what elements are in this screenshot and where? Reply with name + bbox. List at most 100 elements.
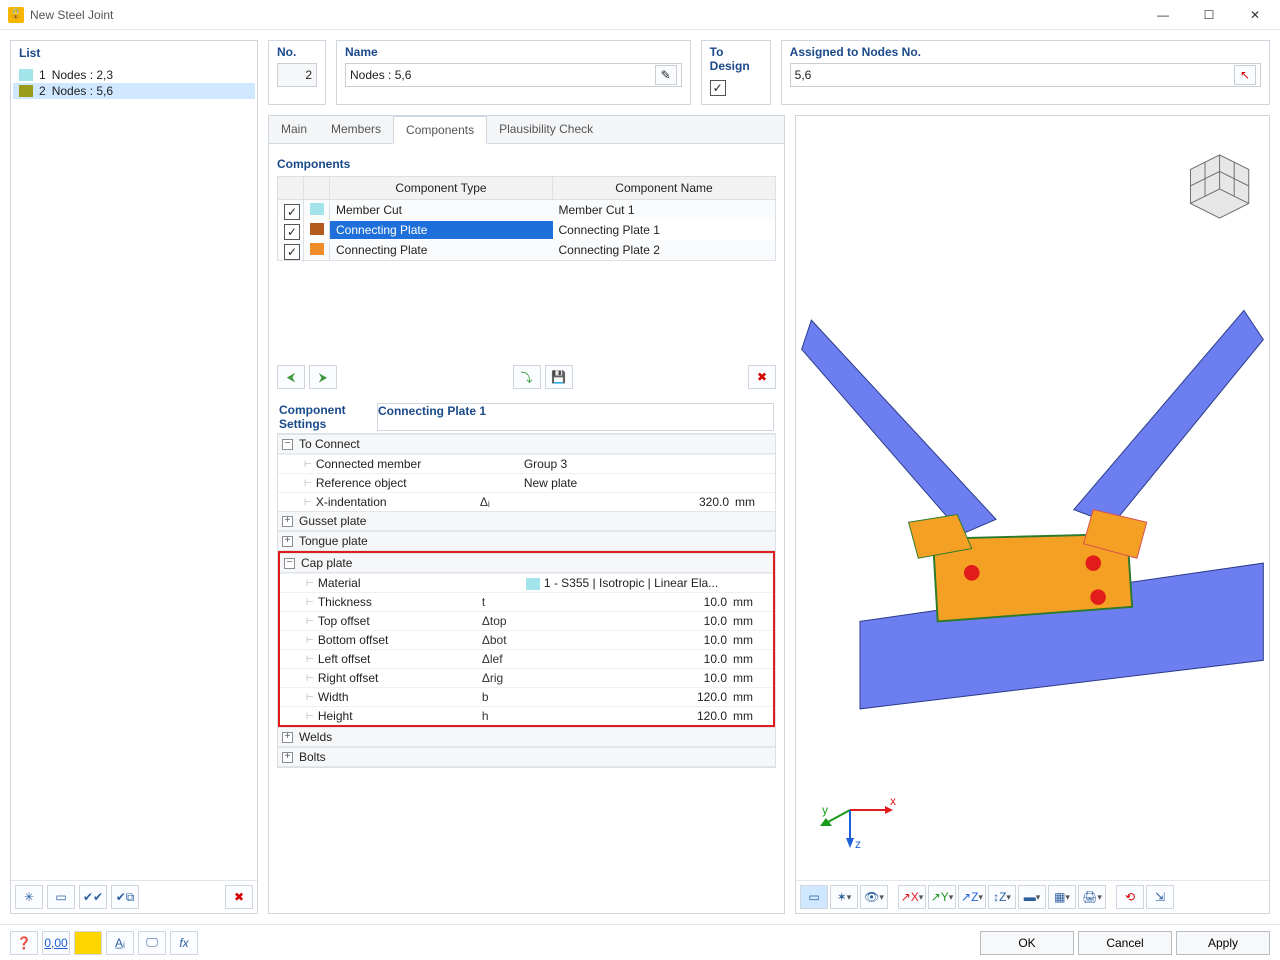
window-title: New Steel Joint (30, 8, 1140, 22)
list-toolbar: ✳ ▭ ✔✔ ✔⧉ ✖ (11, 880, 257, 913)
new-item-button[interactable]: ✳ (15, 885, 43, 909)
prop-row[interactable]: ⊢Thicknesst10.0mm (280, 592, 773, 611)
box-view-button[interactable]: ▦ (1048, 885, 1076, 909)
render-mode-button[interactable]: ▬ (1018, 885, 1046, 909)
row-checkbox[interactable] (284, 204, 300, 220)
prop-row[interactable]: ⊢Top offsetΔtop10.0mm (280, 611, 773, 630)
check-all-button[interactable]: ✔✔ (79, 885, 107, 909)
popout-button[interactable]: ⇲ (1146, 885, 1174, 909)
component-row[interactable]: Connecting Plate Connecting Plate 2 (278, 240, 775, 260)
move-right-button[interactable]: ⮞ (309, 365, 337, 389)
list-item[interactable]: 1 Nodes : 2,3 (13, 67, 255, 83)
bottom-bar: ❓ 0,00 A̲ᵢ 🖵 fx OK Cancel Apply (0, 924, 1280, 960)
screen-button[interactable]: 🖵 (138, 931, 166, 955)
swatch-icon (310, 223, 324, 235)
ok-button[interactable]: OK (980, 931, 1074, 955)
swatch-icon (310, 203, 324, 215)
tab-components[interactable]: Components (393, 116, 487, 144)
layout-button[interactable]: ▭ (47, 885, 75, 909)
view-x-button[interactable]: ↗X (898, 885, 926, 909)
save-button[interactable]: 💾 (545, 365, 573, 389)
component-row[interactable]: Connecting Plate Connecting Plate 1 (278, 220, 775, 240)
prop-row[interactable]: ⊢Material1 - S355 | Isotropic | Linear E… (280, 573, 773, 592)
tab-members[interactable]: Members (319, 116, 393, 143)
col-type: Component Type (330, 177, 553, 199)
section-tongue[interactable]: +Tongue plate (278, 531, 775, 551)
print-button[interactable]: 🖨 (1078, 885, 1106, 909)
swatch-icon (310, 243, 324, 255)
section-cap[interactable]: −Cap plate (280, 553, 773, 573)
prop-row[interactable]: ⊢Left offsetΔlef10.0mm (280, 649, 773, 668)
edit-name-button[interactable]: ✎ (655, 65, 677, 85)
app-icon: 🔒 (8, 7, 24, 23)
section-welds[interactable]: +Welds (278, 727, 775, 747)
preview-toolbar: ▭ ✶ 👁 ↗X ↗Y ↗Z ↕Z ▬ ▦ 🖨 ⟲ ⇲ (796, 880, 1269, 913)
no-field-group: No. 2 (268, 40, 326, 105)
view-z-button[interactable]: ↗Z (958, 885, 986, 909)
select-tool-button[interactable]: ▭ (800, 885, 828, 909)
assigned-input[interactable]: 5,6 ↖ (790, 63, 1261, 87)
section-gusset[interactable]: +Gusset plate (278, 511, 775, 531)
list-item[interactable]: 2 Nodes : 5,6 (13, 83, 255, 99)
tab-plausibility[interactable]: Plausibility Check (487, 116, 605, 143)
view-y-button[interactable]: ↗Y (928, 885, 956, 909)
delete-component-button[interactable]: ✖ (748, 365, 776, 389)
cancel-button[interactable]: Cancel (1078, 931, 1172, 955)
list-header: List (11, 41, 257, 65)
design-label: To Design (710, 45, 762, 73)
design-checkbox[interactable] (710, 80, 726, 96)
color-button[interactable] (74, 931, 102, 955)
units-button[interactable]: 0,00 (42, 931, 70, 955)
flip-z-button[interactable]: ↕Z (988, 885, 1016, 909)
row-checkbox[interactable] (284, 224, 300, 240)
svg-text:y: y (822, 803, 828, 817)
name-field-group: Name Nodes : 5,6 ✎ (336, 40, 691, 105)
svg-text:z: z (855, 837, 861, 850)
components-header: Components (277, 152, 776, 176)
axis-tool-button[interactable]: ✶ (830, 885, 858, 909)
move-left-button[interactable]: ⮜ (277, 365, 305, 389)
section-bolts[interactable]: +Bolts (278, 747, 775, 767)
settings-header: Component Settings (279, 403, 377, 431)
list-tree: 1 Nodes : 2,3 2 Nodes : 5,6 (11, 65, 257, 880)
name-input[interactable]: Nodes : 5,6 ✎ (345, 63, 682, 87)
list-panel: List 1 Nodes : 2,3 2 Nodes : 5,6 ✳ ▭ ✔✔ … (10, 40, 258, 914)
list-item-label: Nodes : 2,3 (52, 68, 113, 82)
axis-gizmo: x y z (820, 780, 900, 853)
check-filter-button[interactable]: ✔⧉ (111, 885, 139, 909)
components-section: Components Component Type Component Name… (277, 152, 776, 393)
help-button[interactable]: ❓ (10, 931, 38, 955)
prop-row[interactable]: ⊢Reference objectNew plate (278, 473, 775, 492)
list-item-num: 2 (39, 84, 46, 98)
no-input[interactable]: 2 (277, 63, 317, 87)
prop-row[interactable]: ⊢Right offsetΔrig10.0mm (280, 668, 773, 687)
tab-bar: Main Members Components Plausibility Che… (269, 116, 784, 144)
import-button[interactable]: ⤵ (513, 365, 541, 389)
design-field-group: To Design (701, 40, 771, 105)
prop-row[interactable]: ⊢Heighth120.0mm (280, 706, 773, 725)
prop-row[interactable]: ⊢Connected memberGroup 3 (278, 454, 775, 473)
prop-row[interactable]: ⊢Widthb120.0mm (280, 687, 773, 706)
text-opts-button[interactable]: A̲ᵢ (106, 931, 134, 955)
prop-row[interactable]: ⊢Bottom offsetΔbot10.0mm (280, 630, 773, 649)
reset-view-button[interactable]: ⟲ (1116, 885, 1144, 909)
minimize-button[interactable]: — (1140, 0, 1186, 30)
delete-button[interactable]: ✖ (225, 885, 253, 909)
preview-panel[interactable]: x y z ▭ ✶ 👁 ↗X ↗Y ↗Z ↕Z ▬ ▦ 🖨 (795, 115, 1270, 914)
component-row[interactable]: Member Cut Member Cut 1 (278, 200, 775, 220)
settings-table: −To Connect ⊢Connected memberGroup 3 ⊢Re… (277, 433, 776, 768)
name-label: Name (345, 45, 682, 59)
pick-nodes-button[interactable]: ↖ (1234, 65, 1256, 85)
visibility-tool-button[interactable]: 👁 (860, 885, 888, 909)
settings-name: Connecting Plate 1 (377, 403, 774, 431)
fx-button[interactable]: fx (170, 931, 198, 955)
list-item-label: Nodes : 5,6 (52, 84, 113, 98)
prop-row[interactable]: ⊢X-indentationΔᵢ320.0mm (278, 492, 775, 511)
maximize-button[interactable]: ☐ (1186, 0, 1232, 30)
close-button[interactable]: ✕ (1232, 0, 1278, 30)
apply-button[interactable]: Apply (1176, 931, 1270, 955)
tab-main[interactable]: Main (269, 116, 319, 143)
row-checkbox[interactable] (284, 244, 300, 260)
section-to-connect[interactable]: −To Connect (278, 434, 775, 454)
titlebar: 🔒 New Steel Joint — ☐ ✕ (0, 0, 1280, 30)
